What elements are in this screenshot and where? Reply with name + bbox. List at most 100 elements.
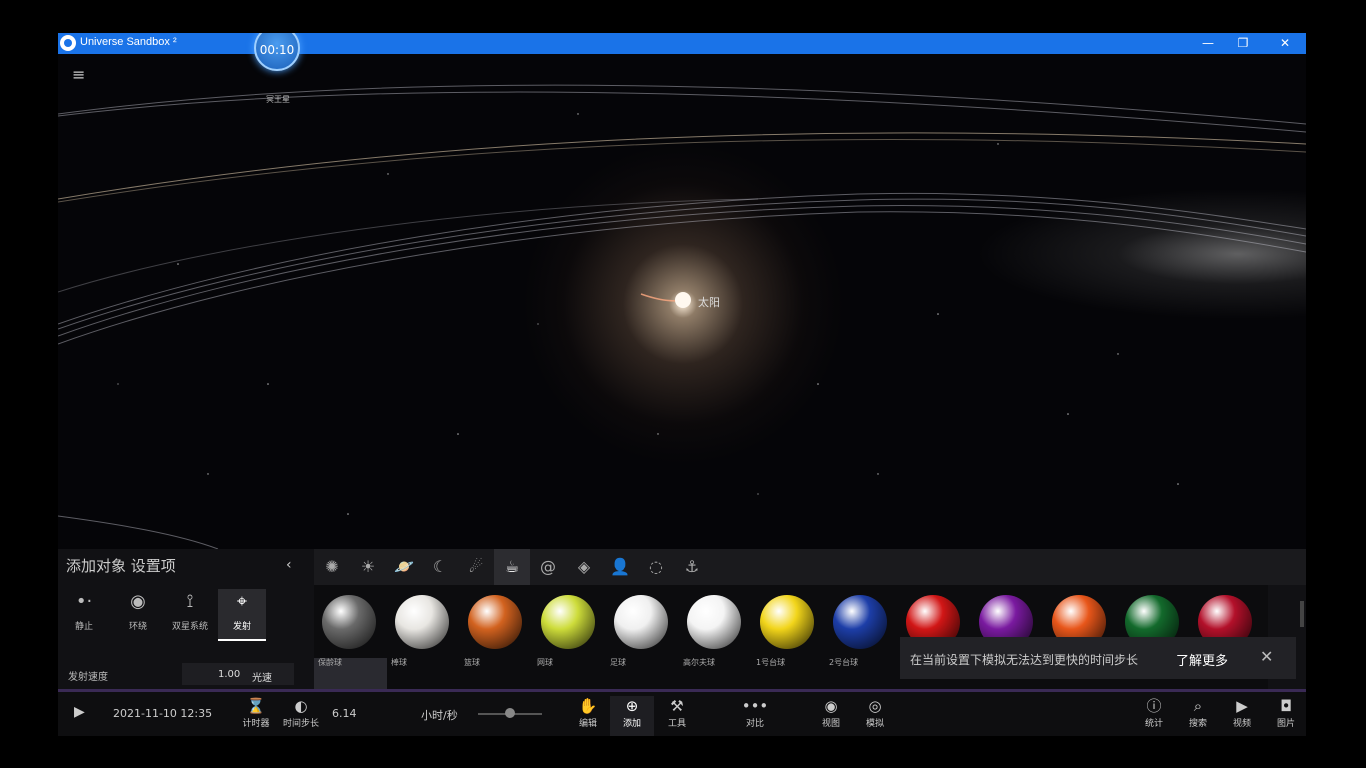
tool-label: 图片 (1276, 719, 1295, 729)
star-icon[interactable]: ☀ (350, 549, 386, 585)
object-item[interactable]: 1号台球 (752, 585, 825, 689)
object-ball-icon (395, 595, 449, 649)
category-bar: ✺ ☀ 🪐 ☾ ☄ ☕ @ ◈ 👤 ◌ ⚓ ⌕ ⌃ ✕ (314, 549, 1306, 587)
shape-icon[interactable]: ◈ (566, 549, 602, 585)
mode-launch-button[interactable]: ⌖ 发射 (218, 589, 266, 641)
object-item[interactable]: 篮球 (460, 585, 533, 689)
object-name: 1号台球 (756, 658, 786, 667)
object-name: 2号台球 (829, 658, 859, 667)
timestep-label: 时间步长 (282, 719, 319, 729)
object-name: 足球 (610, 658, 626, 667)
timer-label: 计时器 (242, 719, 270, 729)
timestep-button[interactable]: ◐ 时间步长 (279, 696, 323, 736)
object-list-scrollbar[interactable] (1300, 601, 1304, 627)
eye-icon: ◉ (824, 697, 838, 715)
object-item[interactable]: 保龄球 (314, 585, 387, 689)
hamburger-menu-icon[interactable]: ≡ (72, 67, 88, 83)
toast-close-icon[interactable]: ✕ (1260, 647, 1273, 666)
title-bar[interactable]: Universe Sandbox ² — ❐ ✕ (58, 33, 1306, 54)
object-ball-icon (760, 595, 814, 649)
app-logo-icon (60, 35, 76, 51)
sim-datetime: 2021-11-10 12:35 (113, 707, 213, 720)
binary-icon: ⟟ (186, 591, 194, 612)
object-ball-icon (541, 595, 595, 649)
play-icon[interactable]: ▶ (74, 704, 85, 720)
notification-toast: 在当前设置下模拟无法达到更快的时间步长 了解更多 ✕ (900, 637, 1296, 679)
people-icon[interactable]: 👤 (602, 549, 638, 585)
sim-icon: ◎ (868, 697, 882, 715)
object-item[interactable]: 网球 (533, 585, 606, 689)
object-name: 棒球 (391, 658, 407, 667)
planet-icon[interactable]: 🪐 (386, 549, 422, 585)
anchor-icon[interactable]: ⚓ (674, 549, 710, 585)
plus-circle-icon: ⊕ (625, 697, 639, 715)
close-window-button[interactable]: ✕ (1265, 33, 1305, 54)
tool-label: 对比 (745, 719, 764, 729)
timestep-slider-knob[interactable] (505, 708, 515, 718)
object-name: 保龄球 (318, 658, 342, 667)
tool-button[interactable]: ••• 对比 (733, 696, 777, 736)
timestep-unit: 小时/秒 (421, 709, 458, 722)
tool-button[interactable]: ⌕ 搜索 (1176, 696, 1220, 736)
minimize-button[interactable]: — (1188, 33, 1228, 54)
pluto-label[interactable]: 冥王星 (266, 94, 290, 105)
tool-icon: ⚒ (670, 697, 684, 715)
object-name: 篮球 (464, 658, 480, 667)
spiral-icon[interactable]: @ (530, 549, 566, 585)
tool-button[interactable]: ✋ 编辑 (566, 696, 610, 736)
tool-button[interactable]: ◉ 视图 (809, 696, 853, 736)
orbit-lines (58, 84, 1306, 549)
launch-speed-unit: 光速 (252, 673, 272, 684)
object-item[interactable]: 棒球 (387, 585, 460, 689)
search-icon: ⌕ (1193, 697, 1203, 715)
tool-label: 工具 (667, 719, 686, 729)
tool-button[interactable]: ⓘ 统计 (1132, 696, 1176, 736)
simulation-viewport[interactable]: ≡ 冥王星 太阳 (58, 54, 1306, 549)
tool-button[interactable]: ⊕ 添加 (610, 696, 654, 736)
sun-icon[interactable] (675, 292, 691, 308)
moon-icon[interactable]: ☾ (422, 549, 458, 585)
mode-label: 静止 (74, 622, 93, 632)
object-ball-icon (833, 595, 887, 649)
mode-binary-button[interactable]: ⟟ 双星系统 (166, 589, 214, 639)
teapot-icon[interactable]: ☕ (494, 549, 530, 587)
panel-title: 添加对象 设置项 (66, 557, 176, 575)
info-icon: ⓘ (1146, 697, 1162, 715)
object-ball-icon (614, 595, 668, 649)
galaxy-icon[interactable]: ✺ (314, 549, 350, 585)
tool-label: 添加 (622, 719, 641, 729)
dot-arrow-icon: •· (75, 591, 93, 612)
hand-icon: ✋ (578, 697, 598, 715)
tool-label: 视频 (1232, 719, 1251, 729)
object-name: 高尔夫球 (683, 658, 715, 667)
toast-message: 在当前设置下模拟无法达到更快的时间步长 (910, 653, 1139, 667)
object-ball-icon (468, 595, 522, 649)
tool-button[interactable]: ▶ 视频 (1220, 696, 1264, 736)
learn-more-link[interactable]: 了解更多 (1176, 650, 1228, 669)
comet-icon[interactable]: ☄ (458, 549, 494, 585)
sun-label[interactable]: 太阳 (698, 294, 720, 310)
timestep-value: 6.14 (332, 707, 357, 720)
object-ball-icon (687, 595, 741, 649)
object-item[interactable]: 2号台球 (825, 585, 898, 689)
mode-label: 发射 (232, 622, 251, 632)
crosshair-icon: ⌖ (236, 591, 248, 612)
mode-orbit-button[interactable]: ◉ 环绕 (114, 589, 162, 639)
sphere-icon[interactable]: ◌ (638, 549, 674, 585)
tool-label: 视图 (821, 719, 840, 729)
hourglass-icon: ⌛ (246, 697, 266, 715)
tool-label: 模拟 (865, 719, 884, 729)
tool-label: 编辑 (578, 719, 597, 729)
object-item[interactable]: 高尔夫球 (679, 585, 752, 689)
mode-static-button[interactable]: •· 静止 (60, 589, 108, 639)
restore-button[interactable]: ❐ (1223, 33, 1263, 54)
video-icon: ▶ (1236, 697, 1248, 715)
object-item[interactable]: 足球 (606, 585, 679, 689)
tool-button[interactable]: ◘ 图片 (1264, 696, 1306, 736)
object-ball-icon (322, 595, 376, 649)
timer-button[interactable]: ⌛ 计时器 (234, 696, 278, 736)
chevron-left-icon[interactable]: ‹ (286, 557, 292, 573)
window-title: Universe Sandbox ² (80, 36, 177, 48)
tool-button[interactable]: ⚒ 工具 (655, 696, 699, 736)
tool-button[interactable]: ◎ 模拟 (853, 696, 897, 736)
